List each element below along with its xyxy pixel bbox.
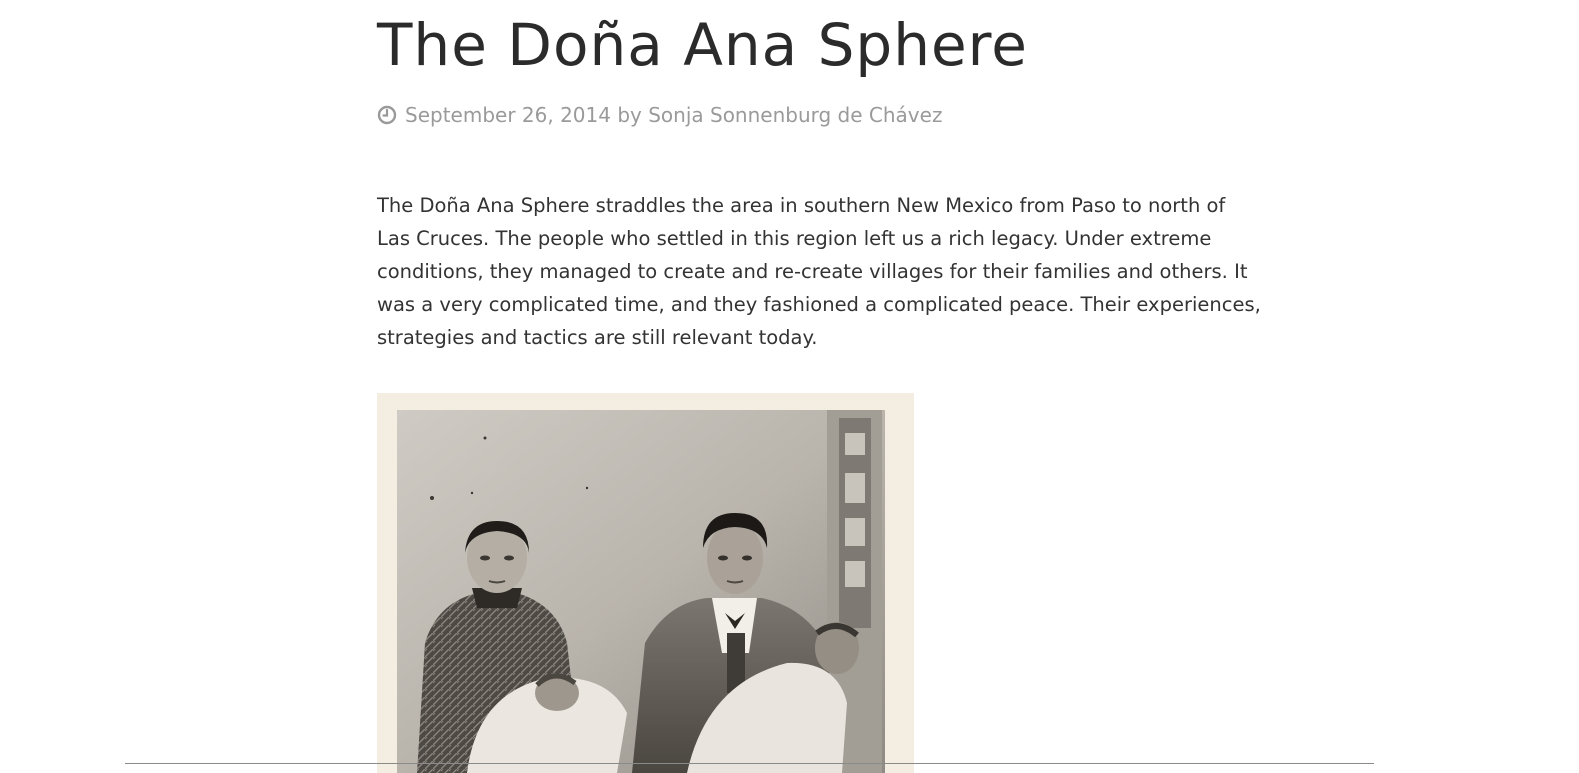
family-photo[interactable] — [377, 393, 914, 773]
family-photo-illustration — [377, 393, 914, 773]
clock-icon — [377, 105, 397, 125]
post-date-link[interactable]: September 26, 2014 — [405, 103, 611, 127]
meta-text: September 26, 2014 by Sonja Sonnenburg d… — [405, 103, 942, 127]
post-title: The Doña Ana Sphere — [377, 11, 1028, 79]
post-meta: September 26, 2014 by Sonja Sonnenburg d… — [377, 100, 942, 130]
page: The Doña Ana Sphere September 26, 2014 b… — [0, 0, 1579, 773]
divider — [125, 763, 1374, 764]
post-body: The Doña Ana Sphere straddles the area i… — [377, 189, 1317, 354]
author-link[interactable]: Sonja Sonnenburg de Chávez — [648, 103, 942, 127]
post-paragraph: The Doña Ana Sphere straddles the area i… — [377, 194, 1261, 349]
meta-by: by — [610, 103, 649, 127]
